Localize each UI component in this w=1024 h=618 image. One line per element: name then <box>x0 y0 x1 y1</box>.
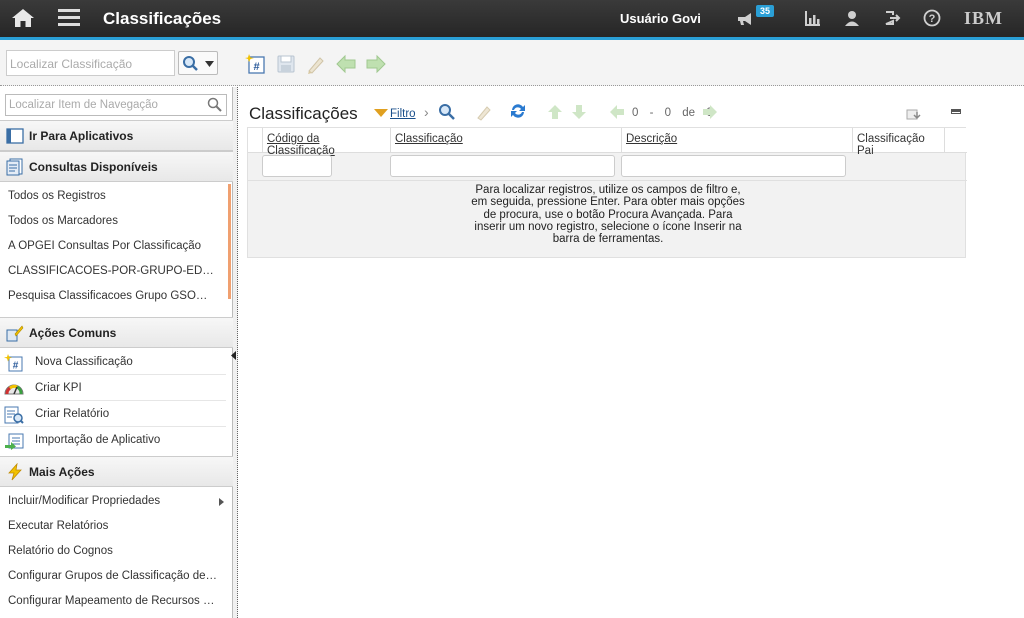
pager-from: 0 <box>632 107 639 119</box>
profile-icon[interactable] <box>843 9 861 27</box>
toolbar: Localizar Classificação # <box>0 40 1024 86</box>
collapse-sidebar-icon[interactable] <box>231 351 236 360</box>
common-actions-section[interactable]: Ações Comuns <box>0 317 233 348</box>
page-title: Classificações <box>249 104 358 123</box>
description-filter-input[interactable] <box>621 155 846 177</box>
pager-of: de <box>682 107 696 119</box>
chevron-right-icon: › <box>424 104 429 120</box>
filter-icon[interactable] <box>374 109 388 117</box>
filter-row <box>248 153 967 181</box>
menu-icon[interactable] <box>58 9 80 27</box>
minimize-icon[interactable] <box>951 109 961 114</box>
svg-text:#: # <box>253 61 259 73</box>
query-item[interactable]: Todos os Marcadores <box>0 209 226 234</box>
create-report-action[interactable]: Criar Relatório <box>0 402 226 427</box>
search-icon <box>183 56 198 71</box>
create-kpi-action[interactable]: Criar KPI <box>0 376 226 401</box>
insert-classification-icon: # <box>4 354 23 372</box>
column-header-code[interactable]: Código da Classificação <box>262 128 390 157</box>
user-name[interactable]: Usuário Govi <box>620 11 701 26</box>
previous-page-icon[interactable] <box>608 103 626 121</box>
column-header-parent: Classificação Pai <box>852 128 944 157</box>
lightning-icon <box>8 463 22 481</box>
search-options-button[interactable] <box>178 51 218 75</box>
query-item[interactable]: Todos os Registros <box>0 184 226 209</box>
search-icon[interactable] <box>438 103 456 121</box>
import-icon <box>5 433 24 450</box>
report-icon <box>4 406 24 424</box>
queries-icon <box>6 158 23 176</box>
action-label: Nova Classificação <box>35 356 133 368</box>
section-label: Ações Comuns <box>29 326 117 340</box>
scrollbar[interactable] <box>228 184 231 299</box>
arrow-down-icon[interactable] <box>570 103 588 121</box>
more-action-item[interactable]: Configurar Grupos de Classificação de IC <box>0 564 226 589</box>
arrow-up-icon[interactable] <box>546 103 564 121</box>
column-header-description[interactable]: Descrição <box>621 128 852 153</box>
main-panel: Classificações Filtro › 0 - 0 de 0 Códig… <box>238 87 1024 618</box>
pager-to: 0 <box>664 107 672 119</box>
more-action-item[interactable]: Incluir/Modificar Propriedades <box>0 489 226 514</box>
search-icon[interactable] <box>207 97 222 112</box>
empty-message: Para localizar registros, utilize os cam… <box>471 184 745 246</box>
gauge-icon <box>4 384 24 395</box>
more-action-item[interactable]: Configurar Mapeamento de Recursos O… <box>0 589 226 614</box>
go-to-apps-section[interactable]: Ir Para Aplicativos <box>0 120 233 151</box>
import-app-action[interactable]: Importação de Aplicativo <box>0 428 226 453</box>
clear-changes-icon[interactable] <box>305 53 327 75</box>
action-label: Criar Relatório <box>35 408 110 420</box>
refresh-icon[interactable] <box>509 102 527 120</box>
query-item[interactable]: CLASSIFICACOES-POR-GRUPO-ED… <box>0 259 226 284</box>
next-page-icon[interactable] <box>701 103 719 121</box>
filter-link[interactable]: Filtro <box>390 108 416 120</box>
reports-chart-icon[interactable] <box>804 9 822 27</box>
sidebar: Localizar Item de Navegação Ir Para Apli… <box>0 87 233 618</box>
section-label: Mais Ações <box>29 465 95 479</box>
query-item[interactable]: A OPGEI Consultas Por Classificação <box>0 234 226 259</box>
results-table: Código da Classificação Classificação De… <box>247 127 967 258</box>
notification-badge[interactable]: 35 <box>756 5 775 17</box>
code-filter-input[interactable] <box>262 155 332 177</box>
previous-icon[interactable] <box>335 53 357 75</box>
megaphone-icon[interactable] <box>736 10 754 28</box>
next-icon[interactable] <box>365 53 387 75</box>
actions-icon <box>6 325 24 342</box>
query-item[interactable]: Pesquisa Classificacoes Grupo GSO… <box>0 284 226 309</box>
svg-text:#: # <box>13 361 19 372</box>
classification-search-input[interactable]: Localizar Classificação <box>6 50 175 76</box>
available-queries-section[interactable]: Consultas Disponíveis <box>0 151 233 182</box>
column-header-spacer <box>944 128 967 153</box>
more-action-item[interactable]: Executar Relatórios <box>0 514 226 539</box>
section-label: Consultas Disponíveis <box>29 160 158 174</box>
ibm-logo: IBM <box>964 8 1003 28</box>
clear-filter-icon[interactable] <box>475 103 493 121</box>
more-actions-section[interactable]: Mais Ações <box>0 456 233 487</box>
top-bar: Classificações Usuário Govi 35 ? IBM <box>0 0 1024 37</box>
download-icon[interactable] <box>906 107 922 121</box>
nav-search-input[interactable]: Localizar Item de Navegação <box>5 94 227 116</box>
more-action-item[interactable]: Relatório do Cognos <box>0 539 226 564</box>
action-label: Criar KPI <box>35 382 82 394</box>
new-classification-action[interactable]: # Nova Classificação <box>0 350 226 375</box>
action-label: Importação de Aplicativo <box>35 434 161 446</box>
column-header-classification[interactable]: Classificação <box>390 128 621 153</box>
chevron-down-icon <box>205 61 214 67</box>
classification-filter-input[interactable] <box>390 155 615 177</box>
section-label: Ir Para Aplicativos <box>29 129 134 143</box>
help-icon[interactable]: ? <box>923 9 941 27</box>
sign-out-icon[interactable] <box>883 9 901 27</box>
save-icon[interactable] <box>275 53 297 75</box>
app-title: Classificações <box>103 9 222 28</box>
pager-dash: - <box>649 107 654 119</box>
chevron-right-icon <box>219 498 224 506</box>
svg-text:?: ? <box>929 13 936 25</box>
table-header: Código da Classificação Classificação De… <box>248 128 967 157</box>
insert-classification-icon[interactable]: # <box>245 53 267 75</box>
home-icon[interactable] <box>11 8 35 28</box>
app-window-icon <box>6 128 24 144</box>
